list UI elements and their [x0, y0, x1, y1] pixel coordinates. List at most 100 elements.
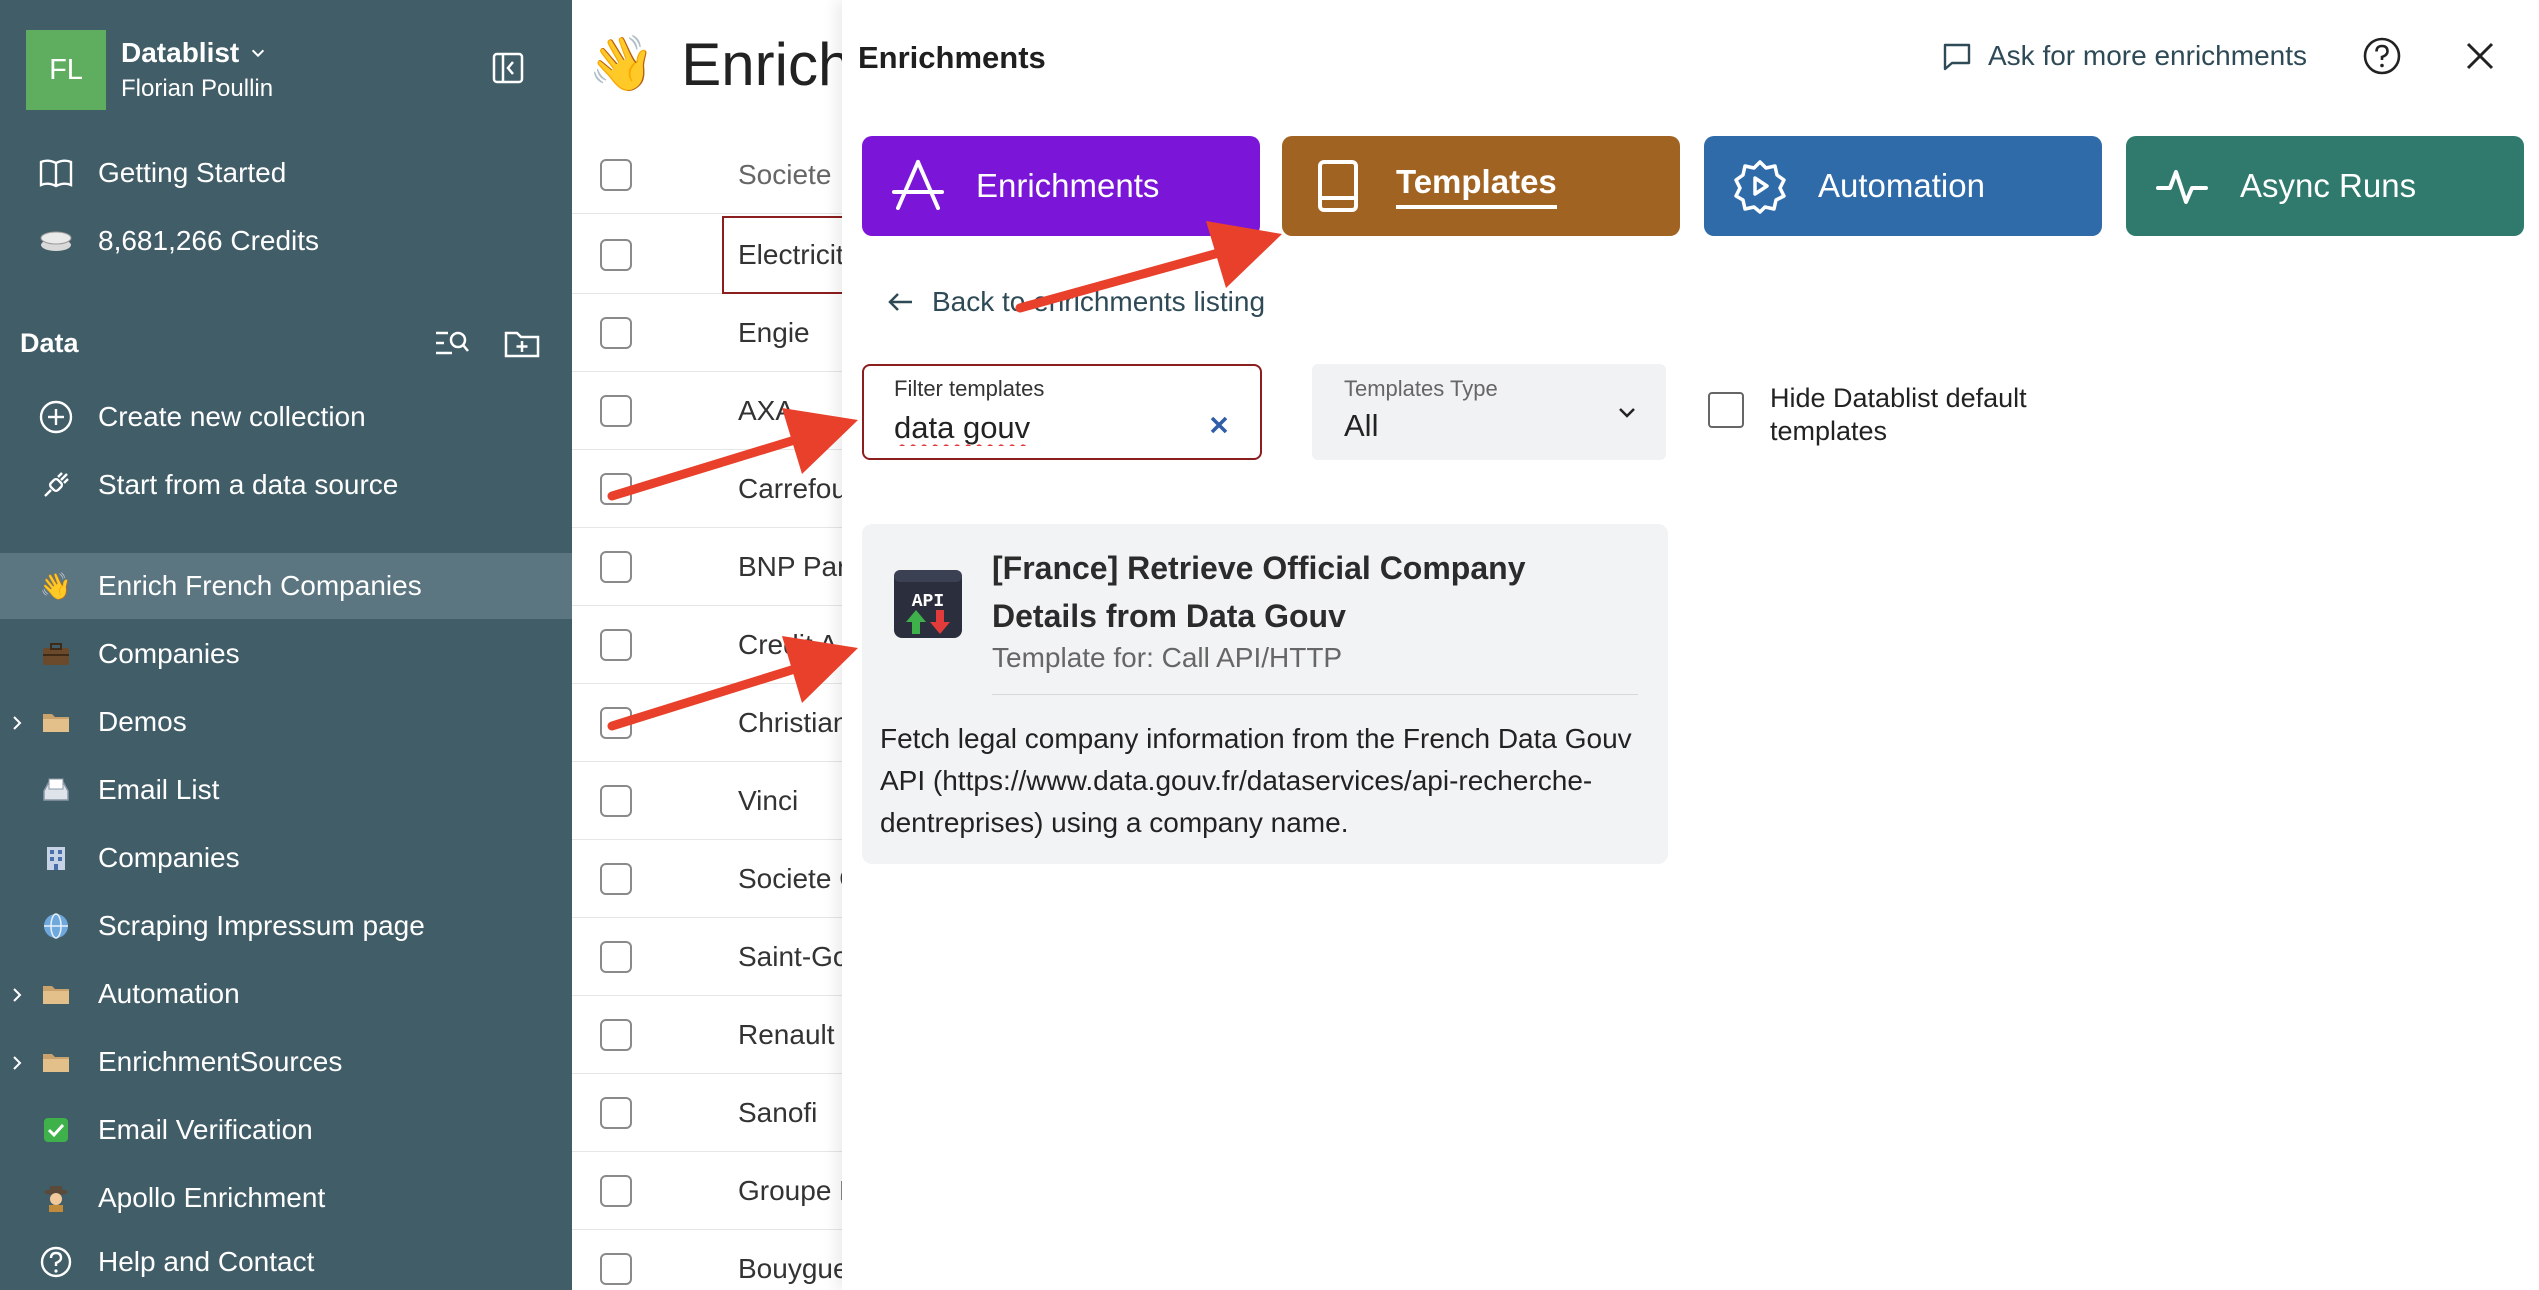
sidebar-folder-demos[interactable]: Demos [36, 696, 187, 748]
table-row[interactable]: Saint-Go [572, 918, 872, 996]
table-cell-societe[interactable]: Christian [738, 707, 848, 739]
table-row[interactable]: Engie [572, 294, 872, 372]
sidebar-item-label: 8,681,266 Credits [98, 225, 320, 256]
row-checkbox[interactable] [600, 1252, 632, 1285]
sidebar-item-label: Email Verification [98, 1114, 313, 1145]
avatar: FL [26, 30, 106, 110]
chevron-down-icon [252, 49, 265, 58]
sidebar-item-email-verification[interactable]: Email Verification [36, 1104, 313, 1156]
chevron-down-icon [1619, 408, 1635, 418]
sidebar-item-label: Companies [98, 638, 240, 669]
row-checkbox[interactable] [600, 316, 632, 349]
row-checkbox[interactable] [600, 1174, 632, 1207]
start-from-data-source-button[interactable]: Start from a data source [36, 459, 398, 511]
check-mark-icon [36, 1110, 76, 1150]
template-description: Fetch legal company information from the… [880, 723, 1632, 838]
tab-enrichments[interactable]: Enrichments [862, 136, 1260, 236]
sidebar-item-label: Help and Contact [98, 1246, 315, 1277]
row-checkbox[interactable] [600, 238, 632, 271]
tab-async-runs[interactable]: Async Runs [2126, 136, 2524, 236]
row-checkbox[interactable] [600, 472, 632, 505]
folder-icon [36, 702, 76, 742]
sidebar-item-label: Demos [98, 706, 187, 737]
create-collection-button[interactable]: Create new collection [36, 391, 366, 443]
table-cell-societe[interactable]: Credit A [738, 629, 838, 661]
sidebar-item-label: Create new collection [98, 401, 366, 432]
template-card[interactable]: API [France] Retrieve Official Company D… [862, 524, 1668, 864]
sidebar-item-companies[interactable]: Companies [36, 628, 240, 680]
table-row[interactable]: Carrefou [572, 450, 872, 528]
user-menu[interactable]: FL Datablist Florian Poullin [26, 30, 273, 110]
table-row[interactable]: BNP Par [572, 528, 872, 606]
table-cell-societe[interactable]: Bouygue [738, 1253, 849, 1285]
help-and-contact-button[interactable]: Help and Contact [36, 1236, 314, 1288]
row-checkbox[interactable] [600, 1096, 632, 1129]
waving-hand-icon: 👋 [588, 34, 656, 94]
table-cell-societe[interactable]: AXA [738, 395, 794, 427]
table-cell-societe[interactable]: Groupe E [738, 1175, 858, 1207]
filter-templates-input[interactable] [894, 406, 1194, 450]
table-row[interactable]: Credit A [572, 606, 872, 684]
table-row[interactable]: Vinci [572, 762, 872, 840]
table-cell-societe[interactable]: Vinci [738, 785, 798, 817]
sidebar-item-getting-started[interactable]: Getting Started [36, 147, 286, 199]
sidebar-item-label: Companies [98, 842, 240, 873]
hide-default-templates-toggle[interactable]: Hide Datablist default templates [1708, 382, 2090, 448]
row-checkbox[interactable] [600, 628, 632, 661]
table-cell-societe[interactable]: Renault [738, 1019, 835, 1051]
row-checkbox[interactable] [600, 784, 632, 817]
app-store-icon [890, 158, 946, 214]
row-checkbox[interactable] [600, 940, 632, 973]
row-checkbox[interactable] [600, 394, 632, 427]
coins-icon [36, 221, 76, 261]
sidebar-folder-automation[interactable]: Automation [36, 968, 240, 1020]
table-cell-societe[interactable]: Carrefou [738, 473, 847, 505]
table-row[interactable]: Societe G [572, 840, 872, 918]
table-row[interactable]: AXA [572, 372, 872, 450]
sidebar-item-apollo-enrichment[interactable]: Apollo Enrichment [36, 1172, 325, 1224]
hide-default-templates-checkbox[interactable] [1708, 392, 1744, 428]
sidebar-item-label: Automation [98, 978, 240, 1009]
column-header-societe[interactable]: Societe [738, 159, 831, 191]
sidebar-item-email-list[interactable]: Email List [36, 764, 219, 816]
user-name: Florian Poullin [121, 75, 274, 102]
row-checkbox[interactable] [600, 706, 632, 739]
table-cell-societe[interactable]: Engie [738, 317, 810, 349]
sidebar-item-enrich-french-companies[interactable]: 👋 Enrich French Companies [36, 560, 422, 612]
close-icon[interactable] [2462, 38, 2498, 74]
table-cell-societe[interactable]: Saint-Go [738, 941, 849, 973]
row-checkbox[interactable] [600, 1018, 632, 1051]
clear-icon[interactable] [1204, 410, 1234, 440]
sidebar-collapse-icon[interactable] [490, 50, 526, 86]
book-icon [36, 153, 76, 193]
table-row[interactable]: Christian [572, 684, 872, 762]
templates-type-select[interactable]: Templates Type All [1312, 364, 1666, 460]
ask-more-enrichments-button[interactable]: Ask for more enrichments [1940, 36, 2307, 76]
chevron-right-icon[interactable] [8, 1054, 26, 1072]
tab-templates[interactable]: Templates [1282, 136, 1680, 236]
tab-automation[interactable]: Automation [1704, 136, 2102, 236]
sidebar-item-scraping-impressum[interactable]: Scraping Impressum page [36, 900, 425, 952]
chevron-right-icon[interactable] [8, 714, 26, 732]
sidebar-item-companies-2[interactable]: Companies [36, 832, 240, 884]
filter-templates-field[interactable]: Filter templates [862, 364, 1262, 460]
row-checkbox[interactable] [600, 862, 632, 895]
book-icon [1310, 158, 1366, 214]
select-all-checkbox[interactable] [600, 158, 632, 191]
sidebar-folder-enrichment-sources[interactable]: EnrichmentSources [36, 1036, 342, 1088]
table-row[interactable]: Sanofi [572, 1074, 872, 1152]
row-checkbox[interactable] [600, 550, 632, 583]
help-icon[interactable] [2362, 36, 2402, 76]
table-row[interactable]: Bouygue [572, 1230, 872, 1290]
new-folder-icon[interactable] [502, 323, 542, 363]
folder-icon [36, 974, 76, 1014]
sidebar-item-credits[interactable]: 8,681,266 Credits [36, 215, 319, 267]
table-row[interactable]: Renault [572, 996, 872, 1074]
table-cell-societe[interactable]: Sanofi [738, 1097, 817, 1129]
table-row[interactable]: Groupe E [572, 1152, 872, 1230]
back-to-enrichments-link[interactable]: Back to enrichments listing [886, 282, 1265, 322]
table-cell-societe[interactable]: BNP Par [738, 551, 846, 583]
templates-type-value: All [1344, 408, 1379, 443]
chevron-right-icon[interactable] [8, 986, 26, 1004]
search-collections-icon[interactable] [432, 323, 472, 363]
